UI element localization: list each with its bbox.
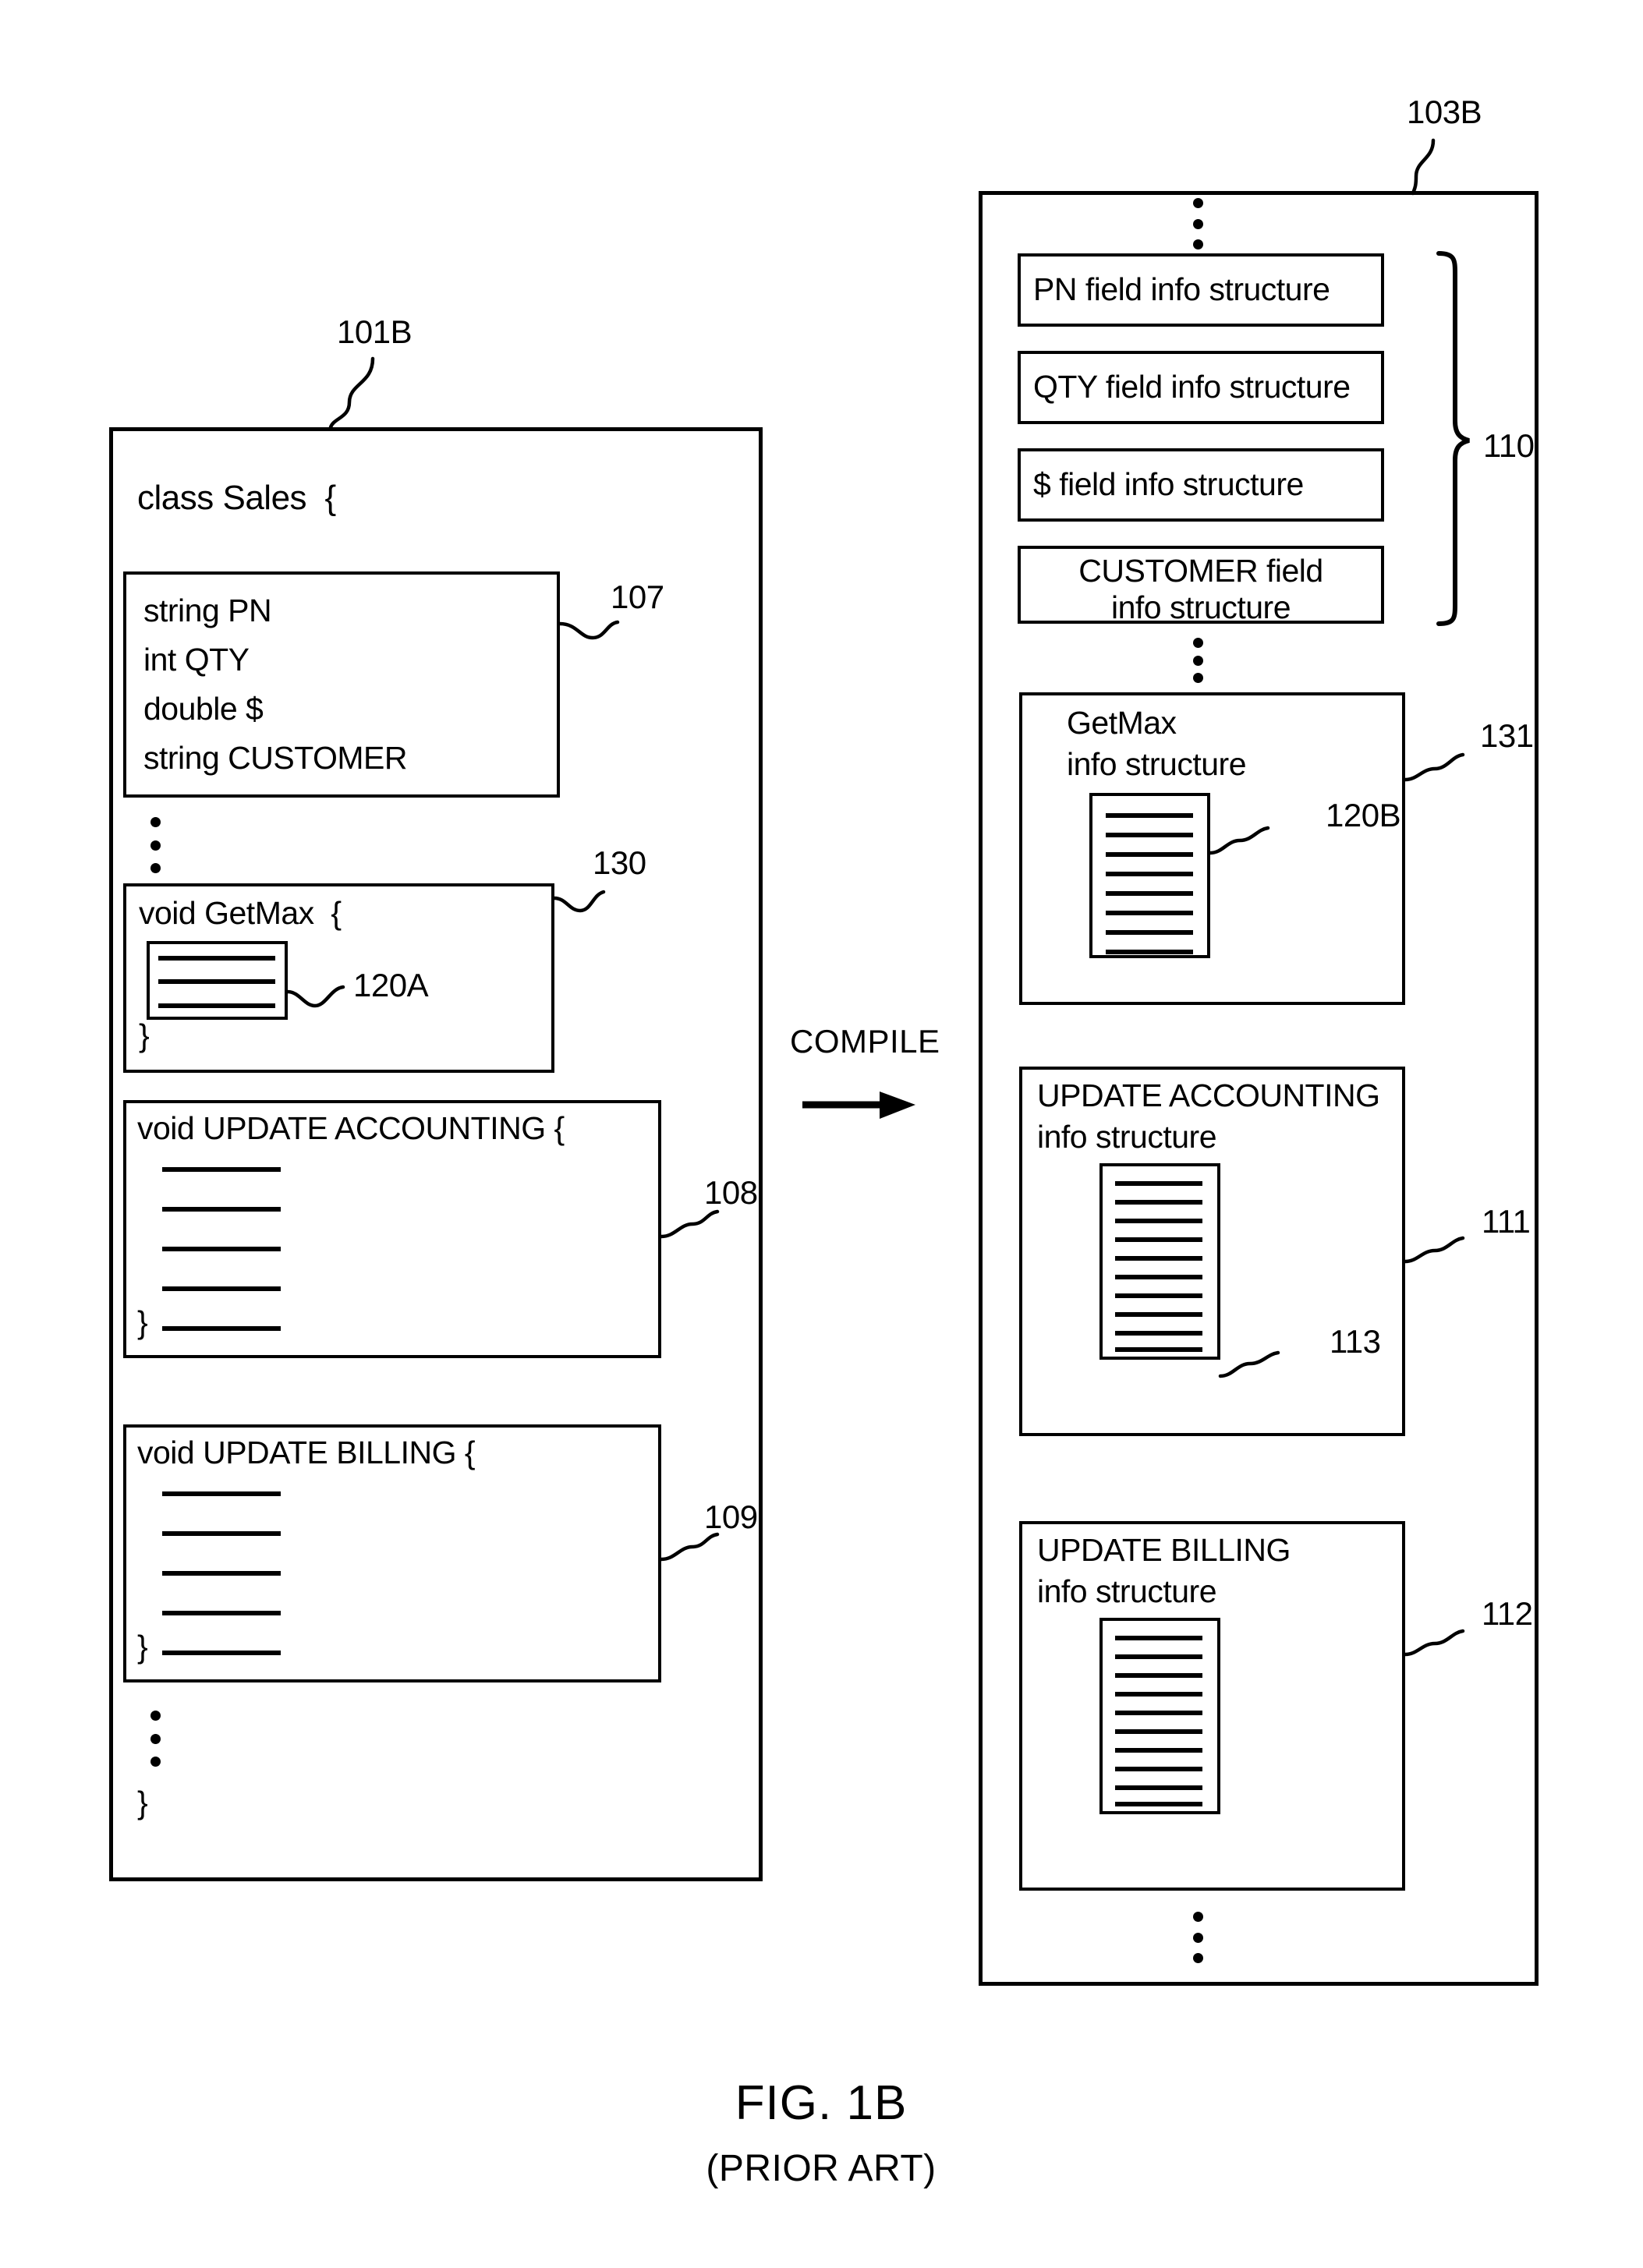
body-stub-line: [1115, 1275, 1202, 1279]
method-info-structure-title-line2: info structure: [1037, 1573, 1217, 1609]
method-close-update-accounting: }: [137, 1304, 148, 1340]
field-line-0: string PN: [143, 593, 272, 628]
body-stub-line: [1115, 1293, 1202, 1298]
body-stub-line: [162, 1326, 281, 1331]
body-stub-line: [1106, 833, 1193, 837]
field-line-3: string CUSTOMER: [143, 740, 408, 776]
figure-subcaption: (PRIOR ART): [706, 2148, 937, 2189]
body-stub-line: [1115, 1331, 1202, 1336]
body-stub-line: [162, 1571, 281, 1576]
method-close-update-billing: }: [137, 1629, 148, 1665]
body-stub-line: [162, 1167, 281, 1172]
field-info-structure-label: $ field info structure: [1033, 466, 1304, 502]
class-close-text: }: [137, 1785, 148, 1820]
compile-label: COMPILE: [790, 1023, 940, 1060]
field-info-structure-label: PN field info structure: [1033, 271, 1330, 307]
body-stub-line: [1115, 1347, 1202, 1352]
compiled-ellipsis-mid: [1193, 638, 1203, 683]
body-stub-line: [1115, 1767, 1202, 1771]
body-stub-line: [162, 1531, 281, 1536]
body-stub-line: [1106, 891, 1193, 896]
body-stub-line: [1106, 813, 1193, 818]
body-stub-line: [1106, 872, 1193, 876]
method-info-structure-title-line2: info structure: [1067, 746, 1247, 782]
field-line-2: double $: [143, 691, 264, 727]
body-stub-line: [1115, 1219, 1202, 1223]
figure-caption: FIG. 1B: [735, 2076, 908, 2130]
method-info-structure-title-line1: UPDATE ACCOUNTING: [1037, 1077, 1380, 1113]
source-ellipsis-after-fields: [150, 817, 161, 873]
ref-103B: 103B: [1407, 94, 1482, 130]
method-info-structure-title-line1: UPDATE BILLING: [1037, 1532, 1291, 1568]
body-stub-line: [1115, 1181, 1202, 1186]
leader-101B: [328, 356, 375, 430]
ref-120A: 120A: [353, 967, 429, 1003]
body-stub-line: [158, 979, 275, 984]
body-stub-line: [1115, 1312, 1202, 1317]
body-stub-line: [1115, 1802, 1202, 1806]
body-stub-line: [1115, 1200, 1202, 1205]
body-stub-line: [1115, 1711, 1202, 1715]
compiled-ellipsis-bottom: [1193, 1912, 1203, 1963]
method-info-structure-title-line1: GetMax: [1067, 705, 1177, 741]
body-stub-line: [1115, 1729, 1202, 1734]
leader-103B: [1411, 138, 1436, 196]
body-stub-line: [1115, 1692, 1202, 1697]
body-stub-line: [1106, 852, 1193, 857]
ref-109: 109: [704, 1498, 758, 1535]
body-stub-line: [1115, 1237, 1202, 1242]
ref-101B: 101B: [337, 313, 413, 350]
body-stub-line: [162, 1611, 281, 1615]
method-close-getmax: }: [139, 1017, 150, 1053]
body-stub-line: [162, 1651, 281, 1655]
ref-112: 112: [1482, 1595, 1533, 1632]
body-stub-line: [162, 1491, 281, 1496]
body-stub-line: [1106, 911, 1193, 915]
body-stub-line: [1115, 1636, 1202, 1640]
body-stub-line: [158, 956, 275, 961]
ref-111: 111: [1482, 1203, 1531, 1240]
ref-113: 113: [1330, 1323, 1381, 1360]
field-info-structure-label: QTY field info structure: [1033, 369, 1351, 405]
ref-110: 110: [1483, 427, 1535, 464]
field-info-structure-label: CUSTOMER field info structure: [1078, 553, 1323, 625]
body-stub-line: [162, 1247, 281, 1251]
method-header-update-accounting: void UPDATE ACCOUNTING {: [137, 1110, 565, 1146]
compiled-ellipsis-top: [1193, 198, 1203, 249]
method-header-getmax: void GetMax {: [139, 895, 342, 931]
ref-120B: 120B: [1326, 797, 1401, 833]
method-info-structure-title-line2: info structure: [1037, 1119, 1217, 1155]
body-stub-line: [1115, 1256, 1202, 1261]
ref-108: 108: [704, 1174, 758, 1211]
ref-107: 107: [611, 578, 664, 615]
body-stub-line: [1115, 1748, 1202, 1753]
class-header-text: class Sales {: [137, 479, 336, 517]
body-stub-line: [1115, 1673, 1202, 1678]
ref-131: 131: [1480, 717, 1534, 754]
source-ellipsis-before-close: [150, 1711, 161, 1767]
body-stub-line: [1115, 1785, 1202, 1790]
compile-arrow-icon: [802, 1092, 915, 1119]
body-stub-line: [162, 1286, 281, 1291]
figure-canvas: class Sales { string PN int QTY double $…: [0, 0, 1643, 2268]
ref-130: 130: [593, 844, 646, 881]
body-stub-line: [1106, 930, 1193, 935]
body-stub-line: [158, 1003, 275, 1008]
method-header-update-billing: void UPDATE BILLING {: [137, 1435, 476, 1470]
body-stub-line: [1106, 950, 1193, 954]
field-line-1: int QTY: [143, 642, 250, 678]
body-stub-line: [1115, 1654, 1202, 1659]
body-stub-line: [162, 1207, 281, 1212]
